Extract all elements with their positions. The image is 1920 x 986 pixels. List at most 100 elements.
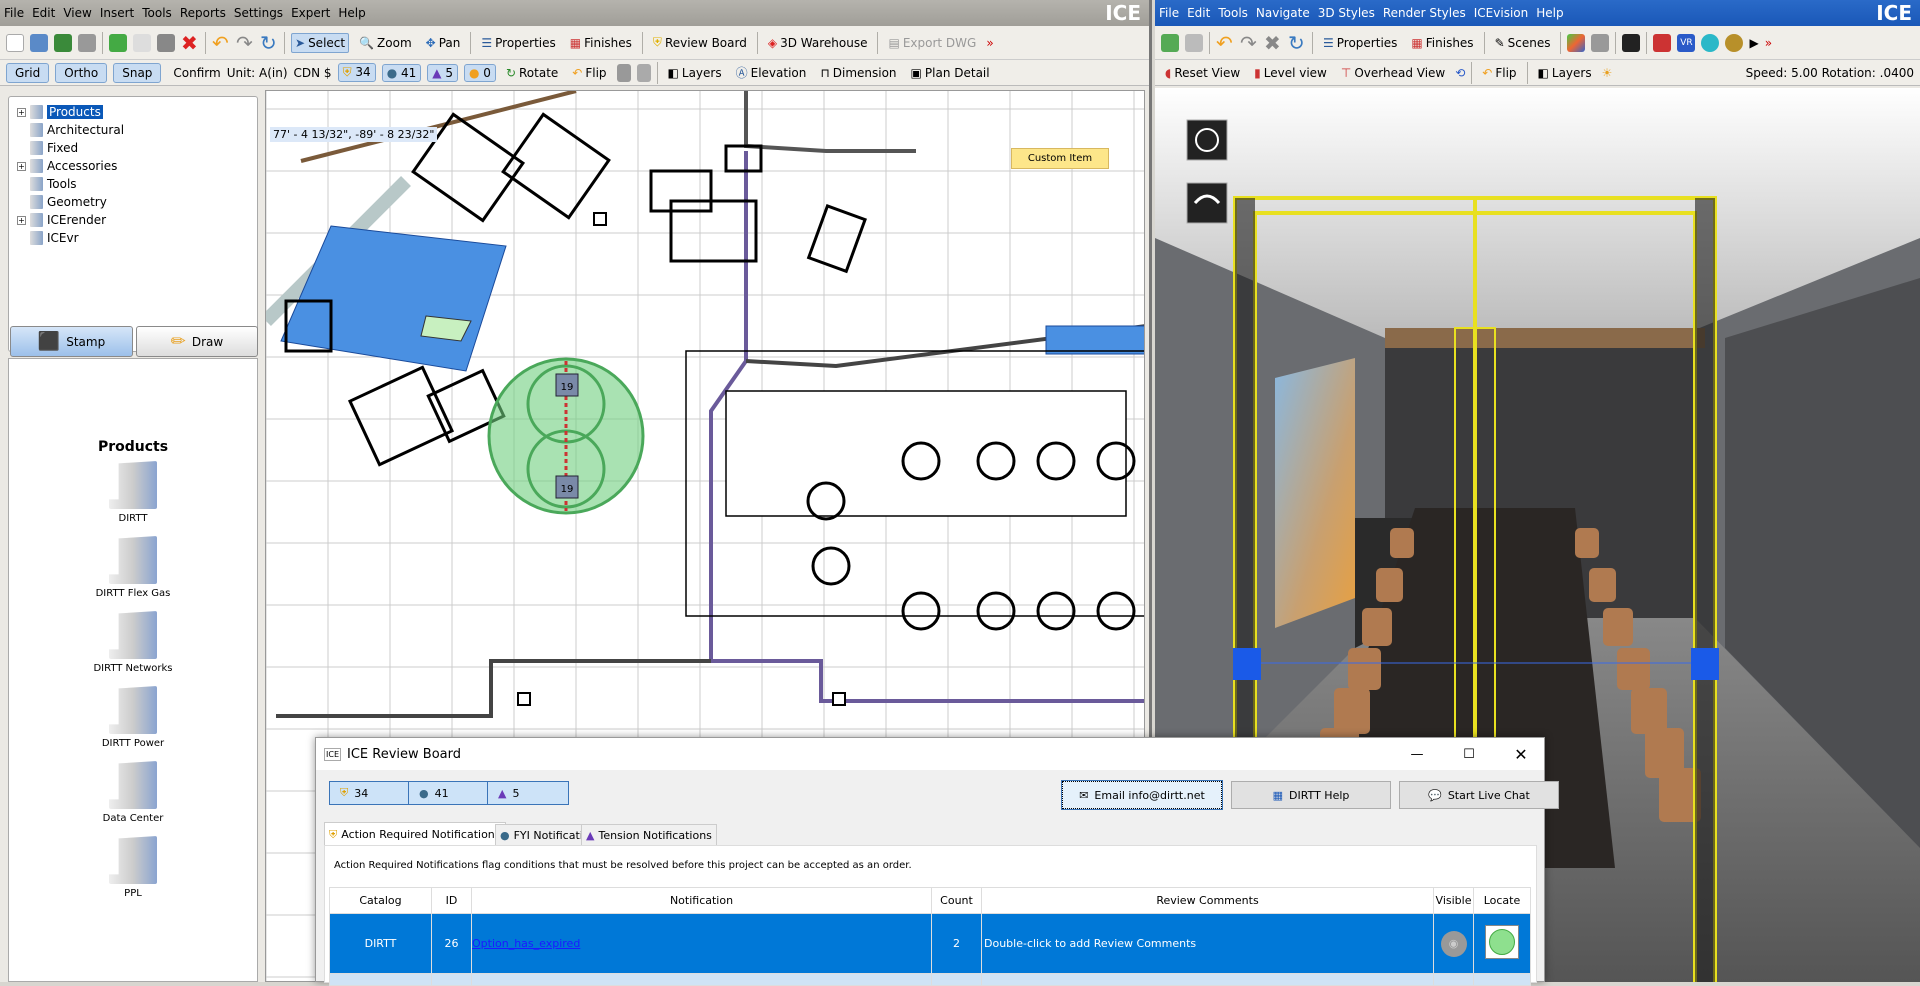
action-count-badge[interactable]: ⛨ 34 — [337, 63, 376, 82]
refresh-icon[interactable]: ↻ — [260, 33, 278, 53]
orbit-icon[interactable]: ⟲ — [1455, 66, 1465, 80]
layers-button[interactable]: ◧ Layers — [1534, 63, 1596, 83]
product-item[interactable]: PPL — [9, 836, 257, 899]
other-count-badge[interactable]: ● 0 — [463, 63, 496, 82]
column-notification[interactable]: Notification — [471, 887, 932, 914]
column-review-comments[interactable]: Review Comments — [981, 887, 1434, 914]
tab-tension[interactable]: ▲ Tension Notifications — [581, 824, 717, 846]
menu-help[interactable]: Help — [338, 6, 365, 20]
3d-warehouse-button[interactable]: ◈ 3D Warehouse — [764, 33, 872, 53]
cell-visible[interactable]: ◉ — [1433, 913, 1474, 974]
undo-icon[interactable]: ↶ — [1216, 33, 1234, 53]
menu-3d-styles[interactable]: 3D Styles — [1318, 6, 1375, 20]
overflow-chevron-icon[interactable]: » — [986, 36, 993, 50]
review-board-button[interactable]: ⛨ Review Board — [649, 32, 751, 53]
menu-icevision[interactable]: ICEvision — [1474, 6, 1528, 20]
compass-icon[interactable] — [1701, 33, 1720, 52]
tension-count-badge[interactable]: ▲ 5 — [427, 63, 458, 82]
tree-item-geometry[interactable]: Geometry — [13, 193, 253, 211]
open-icon[interactable] — [30, 33, 48, 52]
menu-tools[interactable]: Tools — [142, 6, 172, 20]
product-item[interactable]: DIRTT Networks — [9, 611, 257, 674]
redo-icon[interactable]: ↷ — [236, 33, 254, 53]
eye-icon[interactable]: ◉ — [1440, 930, 1467, 957]
menu-view[interactable]: View — [63, 6, 91, 20]
cut-icon[interactable] — [109, 33, 127, 52]
delete-icon[interactable]: ✖ — [181, 33, 199, 53]
action-count-button[interactable]: ⛨ 34 — [329, 781, 411, 805]
menu-edit[interactable]: Edit — [32, 6, 55, 20]
delete-icon[interactable]: ✖ — [1264, 33, 1282, 53]
expand-icon[interactable]: + — [17, 215, 26, 225]
snapshot-icon[interactable] — [1161, 33, 1179, 52]
column-id[interactable]: ID — [431, 887, 472, 914]
finishes-button[interactable]: ▦ Finishes — [566, 33, 636, 53]
lightbulb-icon[interactable] — [1622, 33, 1641, 52]
elevation-button[interactable]: Ⓐ Elevation — [732, 61, 811, 84]
reset-view-button[interactable]: ◖ Reset View — [1161, 63, 1244, 83]
overhead-view-button[interactable]: ⊤ Overhead View — [1337, 63, 1449, 83]
ortho-toggle[interactable]: Ortho — [55, 62, 108, 83]
render-settings-icon[interactable] — [1653, 33, 1672, 52]
save-icon[interactable] — [54, 33, 72, 52]
finishes-button[interactable]: ▦ Finishes — [1407, 33, 1477, 53]
distribute-icon[interactable] — [636, 63, 651, 82]
dimension-button[interactable]: ⊓ Dimension — [816, 63, 900, 83]
tab-action-required[interactable]: ⛨ Action Required Notifications — [324, 822, 506, 846]
menu-file[interactable]: File — [1159, 6, 1179, 20]
stamp-button[interactable]: ⬛ Stamp — [10, 326, 133, 357]
unit-label[interactable]: Unit: A(in) — [227, 66, 288, 80]
column-catalog[interactable]: Catalog — [329, 887, 432, 914]
expand-icon[interactable]: + — [17, 107, 26, 117]
live-chat-button[interactable]: 💬 Start Live Chat — [1399, 781, 1559, 809]
locate-icon[interactable] — [1485, 925, 1519, 959]
tension-count-button[interactable]: ▲ 5 — [487, 781, 569, 805]
draw-button[interactable]: ✏ Draw — [136, 326, 258, 357]
flip-button[interactable]: ↶ Flip — [568, 63, 610, 83]
texture-icon[interactable] — [1591, 33, 1610, 52]
minimize-button[interactable]: — — [1394, 747, 1440, 762]
play-icon[interactable]: ▶ — [1749, 36, 1758, 50]
batch-snapshot-icon[interactable] — [1185, 33, 1203, 52]
overflow-chevron-icon[interactable]: » — [1765, 36, 1772, 50]
copy-icon[interactable] — [133, 33, 151, 52]
layers-button[interactable]: ◧ Layers — [664, 63, 726, 83]
product-item[interactable]: Data Center — [9, 761, 257, 824]
column-count[interactable]: Count — [931, 887, 982, 914]
cell-notification-link[interactable]: Option_has_expired — [471, 913, 932, 974]
expand-icon[interactable]: + — [17, 161, 26, 171]
export-dwg-button[interactable]: ▤ Export DWG — [884, 33, 980, 53]
tree-item-icevr[interactable]: ICEvr — [13, 229, 253, 247]
cube-icon[interactable] — [1567, 33, 1586, 52]
redo-icon[interactable]: ↷ — [1240, 33, 1258, 53]
tree-item-architectural[interactable]: Architectural — [13, 121, 253, 139]
menu-insert[interactable]: Insert — [100, 6, 134, 20]
pan-tool[interactable]: ✥ Pan — [422, 33, 465, 53]
menu-render-styles[interactable]: Render Styles — [1383, 6, 1466, 20]
menu-edit[interactable]: Edit — [1187, 6, 1210, 20]
vr-icon[interactable]: VR — [1677, 33, 1696, 52]
print-icon[interactable] — [78, 33, 96, 52]
cell-review-comments[interactable]: Double-click to add Review Comments — [981, 913, 1434, 974]
fyi-count-badge[interactable]: ● 41 — [381, 63, 422, 82]
dirtt-help-button[interactable]: ▦ DIRTT Help — [1231, 781, 1391, 809]
tree-item-fixed[interactable]: Fixed — [13, 139, 253, 157]
close-button[interactable]: ✕ — [1498, 745, 1544, 764]
menu-file[interactable]: File — [4, 6, 24, 20]
menu-reports[interactable]: Reports — [180, 6, 226, 20]
level-view-button[interactable]: ▮ Level view — [1250, 63, 1331, 83]
plan-detail-button[interactable]: ▣ Plan Detail — [907, 63, 994, 83]
cell-locate[interactable] — [1473, 913, 1531, 974]
menu-settings[interactable]: Settings — [234, 6, 283, 20]
camera-return-icon[interactable] — [1186, 182, 1228, 224]
tree-item-tools[interactable]: Tools — [13, 175, 253, 193]
sun-icon[interactable]: ☀ — [1602, 66, 1613, 80]
align-icon[interactable] — [616, 63, 631, 82]
scenes-button[interactable]: ✎ Scenes — [1491, 33, 1555, 53]
confirm-button[interactable]: Confirm — [173, 66, 220, 80]
avatar-icon[interactable] — [1725, 33, 1744, 52]
email-button[interactable]: ✉ Email info@dirtt.net — [1061, 780, 1223, 810]
refresh-icon[interactable]: ↻ — [1288, 33, 1306, 53]
target-icon[interactable] — [1186, 119, 1228, 161]
properties-button[interactable]: ☰ Properties — [1319, 33, 1401, 53]
